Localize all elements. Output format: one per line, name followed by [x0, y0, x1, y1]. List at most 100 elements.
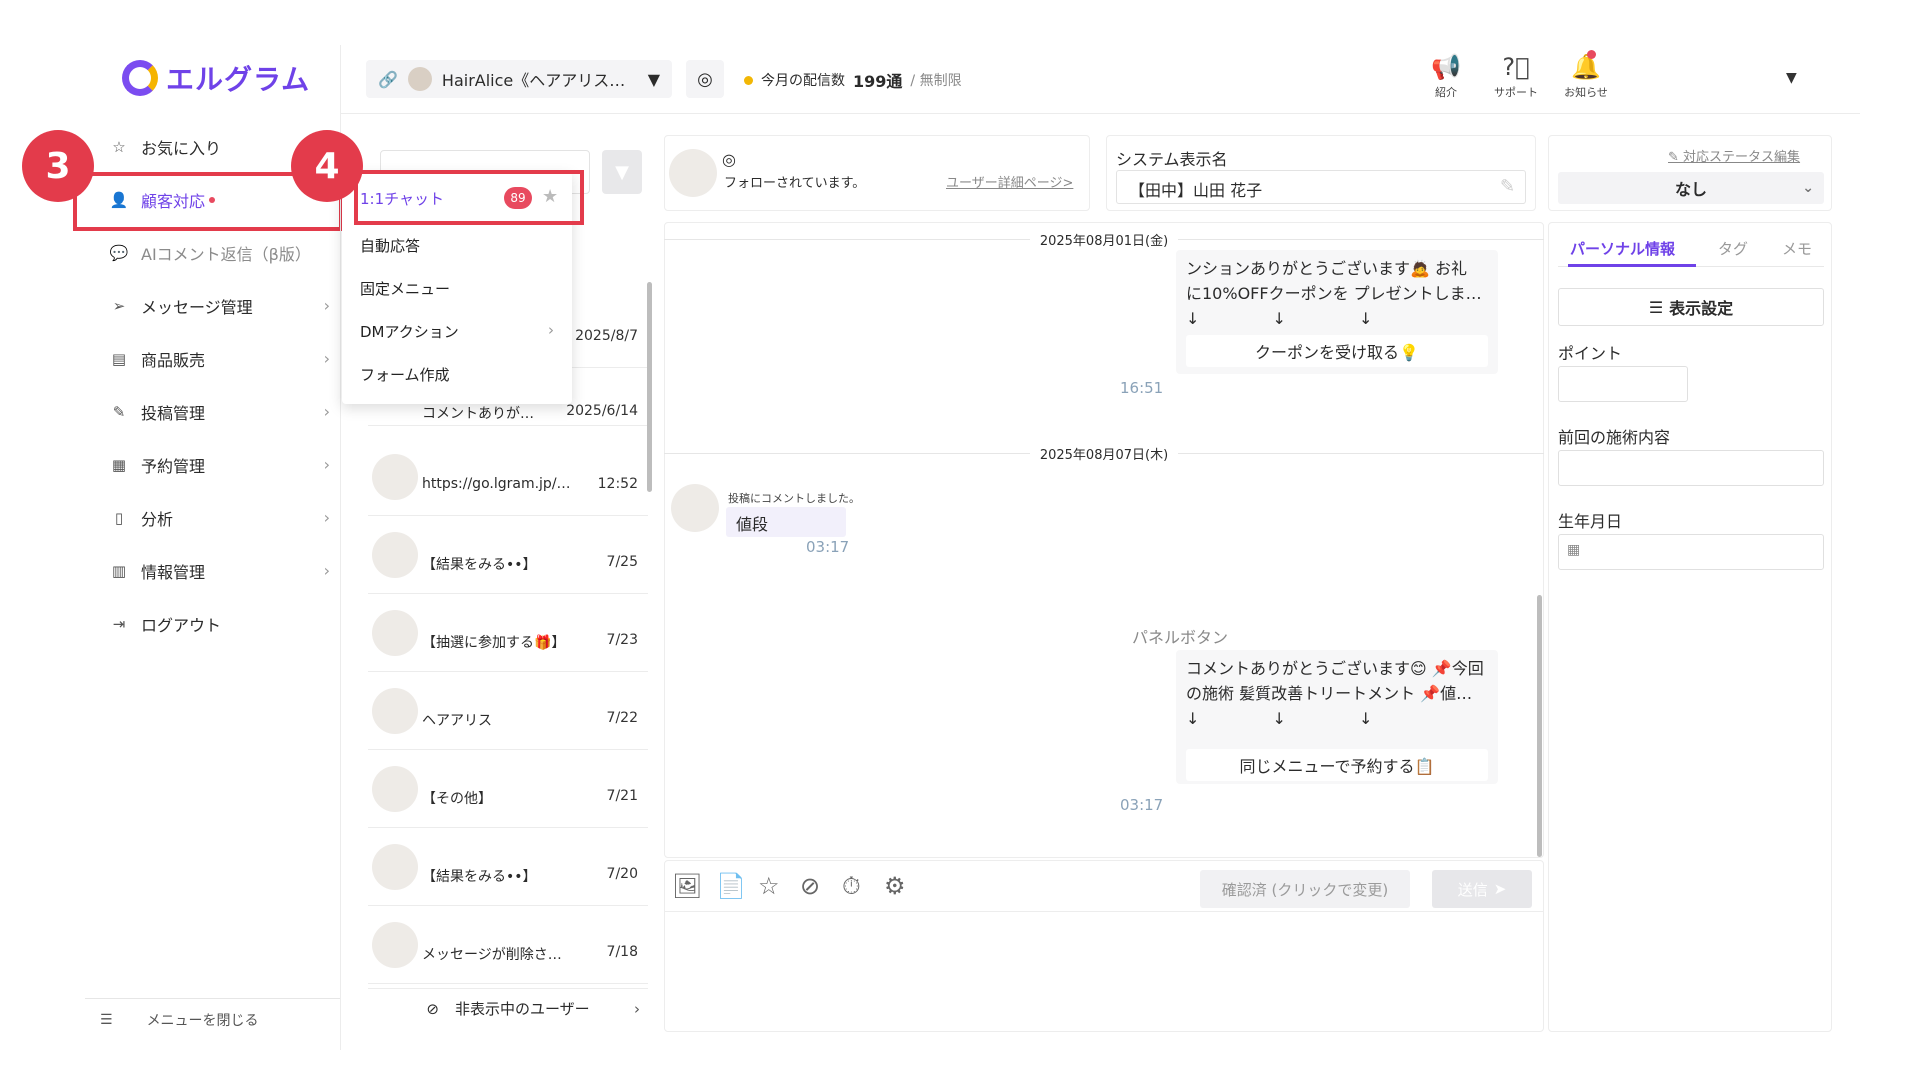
status-select[interactable]: なし ⌄	[1558, 172, 1824, 204]
star-icon[interactable]: ☆	[758, 872, 780, 900]
sidebar-item-label: メッセージ管理	[141, 297, 253, 317]
menu-item-fixed-menu[interactable]: 固定メニュー	[360, 278, 450, 299]
system-name-field[interactable]: 【田中】山田 花子	[1116, 170, 1526, 204]
last-treatment-field[interactable]	[1558, 450, 1824, 486]
delivery-number: 199通	[853, 72, 903, 91]
avatar	[372, 454, 418, 500]
composer-toolbar	[664, 860, 1544, 912]
birthday-label: 生年月日	[1558, 512, 1623, 531]
follow-status: フォローされています。	[724, 176, 866, 191]
chat-list-item[interactable]: メッセージが削除さ… 7/18	[368, 906, 648, 984]
chevron-right-icon: ›	[323, 349, 330, 368]
active-tab-indicator	[1568, 264, 1696, 267]
display-settings-button[interactable]: ☰ 表示設定	[1558, 288, 1824, 326]
date-label: 2025年08月01日(金)	[1029, 229, 1179, 249]
chevron-right-icon: ›	[323, 508, 330, 527]
caret-down-icon: ▼	[647, 69, 660, 89]
instagram-icon[interactable]: ◎	[686, 60, 724, 98]
document-icon[interactable]: 📄	[716, 872, 746, 900]
star-icon: ☆	[112, 137, 126, 156]
comment-bubble: 値段	[726, 507, 846, 537]
sidebar-item-product-sales[interactable]: ▤ 商品販売 ›	[85, 332, 340, 385]
support-button[interactable]: ?⃝ サポート	[1486, 54, 1546, 100]
step-badge-4: 4	[291, 130, 363, 202]
chat-list-item[interactable]: https://go.lgram.jp/… 12:52	[368, 438, 648, 516]
app-logo[interactable]: エルグラム	[122, 58, 310, 98]
status-value: なし	[1674, 180, 1707, 199]
date-label: 2025年08月07日(木)	[1029, 443, 1179, 463]
avatar	[372, 688, 418, 734]
coupon-button[interactable]: クーポンを受け取る💡	[1186, 335, 1488, 367]
notifications-button[interactable]: 🔔 お知らせ	[1556, 54, 1616, 100]
tab-tags[interactable]: タグ	[1718, 238, 1748, 259]
chat-preview: 【結果をみる••】	[422, 557, 537, 573]
chat-list-item[interactable]: 【その他】 7/21	[368, 750, 648, 828]
user-detail-link[interactable]: ユーザー詳細ページ>	[946, 172, 1073, 191]
list-icon: ☰	[1648, 297, 1664, 317]
chat-date: 7/18	[606, 944, 638, 960]
message-text: に10%OFFクーポンを プレゼントしま…	[1186, 284, 1482, 303]
menu-item-dm-action[interactable]: DMアクション	[360, 321, 459, 342]
menu-item-form-creation[interactable]: フォーム作成	[360, 364, 450, 385]
confirm-status-button[interactable]: 確認済 (クリックで変更)	[1200, 870, 1410, 908]
help-icon: ?⃝	[1502, 53, 1530, 81]
menu-item-auto-response[interactable]: 自動応答	[360, 235, 420, 256]
chat-list-item[interactable]: 【結果をみる••】 7/20	[368, 828, 648, 906]
message-arrows: ↓ ↓ ↓	[1186, 709, 1407, 728]
sidebar-item-message-management[interactable]: ➢ メッセージ管理 ›	[85, 279, 340, 332]
sidebar-item-ai-comment[interactable]: 💬 AIコメント返信（β版）	[85, 226, 340, 279]
scrollbar[interactable]	[1537, 595, 1542, 857]
send-button[interactable]: 送信 ➤	[1432, 870, 1532, 908]
sidebar-item-reservation[interactable]: ▦ 予約管理 ›	[85, 438, 340, 491]
message-text: ンションありがとうございます🙇 お礼	[1186, 259, 1468, 278]
avatar	[372, 766, 418, 812]
account-selector[interactable]: 🔗 HairAlice《ヘアアリス… ▼	[366, 60, 672, 98]
chat-preview: https://go.lgram.jp/…	[422, 476, 571, 492]
header-divider	[340, 113, 1860, 114]
points-field[interactable]	[1558, 366, 1688, 402]
date-separator: 2025年08月01日(金)	[664, 229, 1544, 249]
logout-icon: ⇥	[112, 614, 126, 633]
filter-icon[interactable]: ▼	[602, 150, 642, 194]
delivery-limit: / 無制限	[910, 73, 962, 89]
scrollbar[interactable]	[647, 282, 652, 492]
message-time: 16:51	[1120, 379, 1164, 397]
chat-list-item[interactable]: 【抽選に参加する🎁】 7/23	[368, 594, 648, 672]
birthday-field[interactable]: ▦	[1558, 534, 1824, 570]
intro-button[interactable]: 📢 紹介	[1416, 54, 1476, 100]
status-edit-link[interactable]: ✎ 対応ステータス編集	[1668, 146, 1800, 165]
image-icon[interactable]: 🖼	[672, 872, 702, 900]
delivery-count: 今月の配信数 199通 / 無制限	[744, 68, 962, 92]
message-text: の施術 髪質改善トリートメント 📌値…	[1186, 684, 1473, 703]
bell-icon: 🔔	[1571, 53, 1601, 81]
user-menu-caret-icon[interactable]: ▼	[1786, 70, 1797, 86]
chat-list-item[interactable]: ヘアアリス 7/22	[368, 672, 648, 750]
hidden-users-button[interactable]: ⊘ 非表示中のユーザー ›	[368, 988, 648, 1028]
avatar	[372, 844, 418, 890]
sidebar-item-logout[interactable]: ⇥ ログアウト	[85, 597, 340, 650]
tab-personal-info[interactable]: パーソナル情報	[1570, 238, 1675, 259]
chat-date: 12:52	[597, 476, 638, 492]
tab-memo[interactable]: メモ	[1782, 238, 1812, 259]
timer-icon[interactable]: ⏱	[842, 872, 861, 900]
gear-icon[interactable]: ⚙	[884, 872, 906, 900]
instagram-icon: ◎	[722, 150, 736, 169]
chat-ai-icon: 💬	[109, 243, 129, 262]
avatar	[372, 532, 418, 578]
eye-off-icon[interactable]: ⊘	[800, 872, 820, 900]
reserve-same-menu-button[interactable]: 同じメニューで予約する📋	[1186, 749, 1488, 781]
chat-date: 2025/6/14	[566, 403, 638, 419]
message-arrows: ↓ ↓ ↓	[1186, 309, 1407, 328]
sidebar-item-analysis[interactable]: ▯ 分析 ›	[85, 491, 340, 544]
edit-icon: ✎	[1668, 150, 1684, 165]
close-menu-button[interactable]: ☰ メニューを閉じる	[100, 1010, 259, 1030]
chat-list-item[interactable]: 【結果をみる••】 7/25	[368, 516, 648, 594]
avatar	[671, 484, 719, 532]
sidebar-item-label: 投稿管理	[141, 403, 206, 423]
sidebar-item-info-management[interactable]: ▥ 情報管理 ›	[85, 544, 340, 597]
chevron-right-icon: ›	[548, 321, 554, 339]
edit-icon[interactable]: ✎	[1500, 176, 1515, 197]
sidebar-item-post-management[interactable]: ✎ 投稿管理 ›	[85, 385, 340, 438]
logo-text: エルグラム	[166, 63, 311, 96]
panel-button-label: パネルボタン	[1132, 628, 1229, 647]
